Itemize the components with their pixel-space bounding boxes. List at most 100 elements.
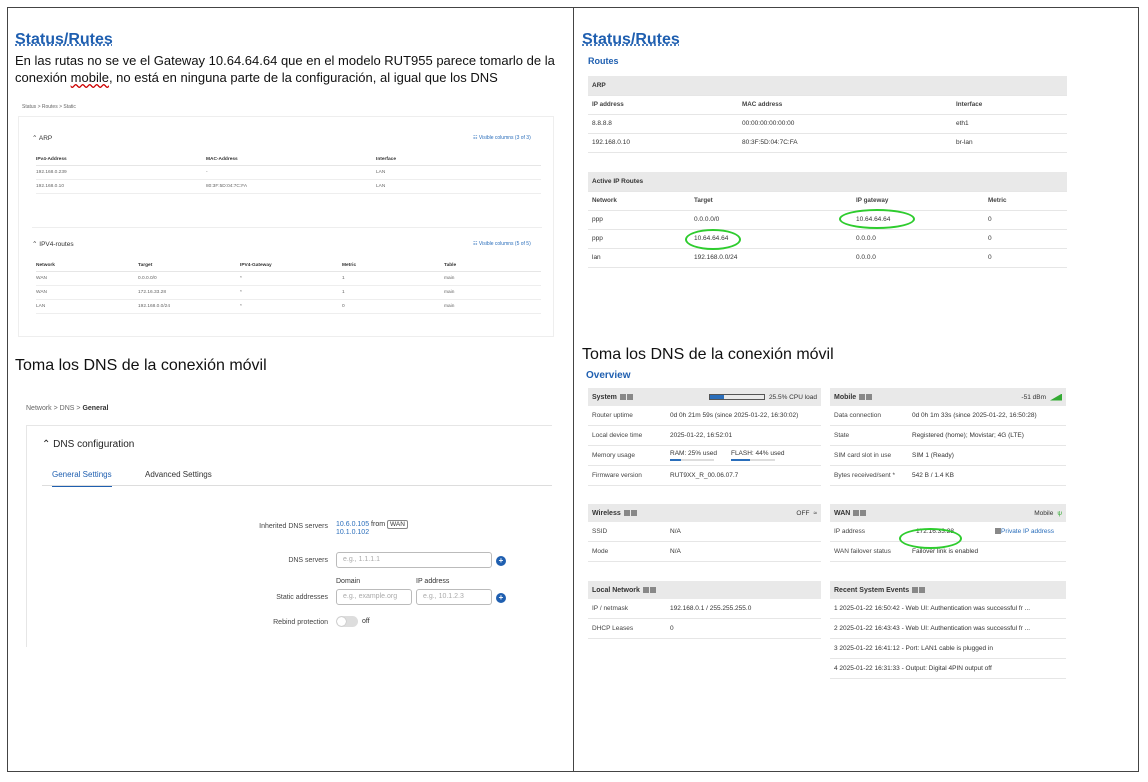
- panel-header: WAN Mobile ψ: [830, 504, 1066, 522]
- tab-advanced-settings[interactable]: Advanced Settings: [145, 470, 212, 479]
- info-icon: [853, 509, 860, 516]
- events-panel: Recent System Events 1 2025-01-22 16:50:…: [830, 581, 1066, 679]
- add-static-icon[interactable]: +: [496, 593, 506, 603]
- rebind-state: off: [362, 618, 370, 625]
- cpu-bar: [708, 394, 765, 400]
- table-header: ARP: [588, 76, 1067, 96]
- system-panel: System 25.5% CPU load Router uptime 0d 0h…: [588, 388, 821, 486]
- highlight-circle-wan-ip: [899, 528, 962, 549]
- inherited-dns-label: Inherited DNS servers: [259, 523, 328, 530]
- antenna-icon: ψ: [1057, 509, 1062, 517]
- table-row: lan 192.168.0.0/24 0.0.0.0 0: [588, 248, 1067, 268]
- ip-address-label: IP address: [416, 578, 450, 585]
- table-header: IP address MAC address Interface: [588, 95, 1067, 115]
- arp-header[interactable]: ⌃ ARP: [32, 134, 52, 142]
- settings-icon: [860, 509, 867, 516]
- list-item: 4 2025-01-22 16:31:33 - Output: Digital …: [830, 659, 1066, 679]
- local-network-panel: Local Network IP / netmask 192.168.0.1 / …: [588, 581, 821, 639]
- table-row: 192.168.0.10 80:3F:5D:04:7C:FA br-lan: [588, 133, 1067, 153]
- list-item: Data connection 0d 0h 1m 33s (since 2025-…: [830, 406, 1066, 426]
- inherited-dns-values: 10.6.0.105 from WAN 10.1.0.102: [336, 520, 408, 536]
- list-item: Firmware version RUT9XX_R_00.06.07.7: [588, 466, 821, 486]
- list-item: Memory usage RAM: 25% used FLASH: 44% used: [588, 446, 821, 466]
- list-item: Mode N/A: [588, 542, 821, 562]
- domain-label: Domain: [336, 578, 361, 585]
- table-header: Active IP Routes: [588, 172, 1067, 192]
- private-ip-link[interactable]: Private IP address: [994, 528, 1054, 535]
- tab-underline: [42, 485, 552, 486]
- table-header: Network Target IPV4-Gateway Metric Table: [36, 260, 541, 272]
- list-item: 3 2025-01-22 16:41:12 - Port: LAN1 cable…: [830, 639, 1066, 659]
- panel-header: Recent System Events: [830, 581, 1066, 599]
- left-title: Status/Rutes: [15, 31, 113, 48]
- chevron-up-icon: ⌃: [42, 439, 51, 450]
- visible-columns-arp[interactable]: ☷ Visible columns (3 of 3): [473, 135, 531, 141]
- table-row: 8.8.8.8 00:00:00:00:00:00 eth1: [588, 114, 1067, 134]
- wifi-icon: ≈: [813, 509, 817, 517]
- table-row: 192.168.0.239- LAN: [36, 165, 541, 180]
- table-row: ppp 0.0.0.0/0 10.64.64.64 0: [588, 210, 1067, 230]
- rebind-label: Rebind protection: [273, 619, 328, 626]
- list-item: SIM card slot in use SIM 1 (Ready): [830, 446, 1066, 466]
- info-icon: [859, 393, 866, 400]
- list-item: Local device time 2025-01-22, 16:52:01: [588, 426, 821, 446]
- signal-icon: [1050, 393, 1062, 401]
- wireless-panel: Wireless OFF ≈ SSID N/A Mode N/A: [588, 504, 821, 562]
- panel-header: Local Network: [588, 581, 821, 599]
- card-border: [26, 425, 27, 647]
- left-paragraph: En las rutas no se ve el Gateway 10.64.6…: [15, 53, 555, 85]
- info-icon: [619, 393, 626, 400]
- rebind-toggle[interactable]: [336, 616, 358, 627]
- panel-header: System 25.5% CPU load: [588, 388, 821, 406]
- settings-icon: [919, 586, 926, 593]
- info-icon: [912, 586, 919, 593]
- overview-title: Overview: [586, 370, 631, 381]
- panel-header: Mobile -51 dBm: [830, 388, 1066, 406]
- card-border: [26, 425, 552, 426]
- list-item: SSID N/A: [588, 522, 821, 542]
- panel-header: Wireless OFF ≈: [588, 504, 821, 522]
- dns-servers-label: DNS servers: [288, 557, 328, 564]
- add-dns-icon[interactable]: +: [496, 556, 506, 566]
- settings-icon: [626, 393, 633, 400]
- breadcrumb: Network > DNS > General: [26, 405, 109, 412]
- table-row: 192.168.0.10 80:3F:5D:04:7C:FA LAN: [36, 179, 541, 194]
- active-routes-table: Active IP Routes Network Target IP gateway…: [588, 172, 1067, 268]
- dns-servers-input[interactable]: e.g., 1.1.1.1: [336, 552, 492, 568]
- table-header: IPv4-Address MAC-Address Interface: [36, 154, 541, 166]
- settings-icon: [866, 393, 873, 400]
- left-column: Status/Rutes En las rutas no se ve el Ga…: [8, 7, 573, 772]
- visible-columns-ipv4[interactable]: ☷ Visible columns (5 of 5): [473, 241, 531, 247]
- right-column: Status/Rutes Routes ARP IP address MAC ad…: [574, 7, 1138, 772]
- list-item: IP / netmask 192.168.0.1 / 255.255.255.0: [588, 599, 821, 619]
- info-icon: [642, 586, 649, 593]
- list-item: 1 2025-01-22 16:50:42 - Web UI: Authenti…: [830, 599, 1066, 619]
- static-ip-input[interactable]: e.g., 10.1.2.3: [416, 589, 492, 605]
- info-icon: [623, 509, 630, 516]
- settings-icon: [649, 586, 656, 593]
- domain-input[interactable]: e.g., example.org: [336, 589, 412, 605]
- arp-table: IPv4-Address MAC-Address Interface 192.168…: [36, 154, 541, 194]
- ipv4-header[interactable]: ⌃ IPV4-routes: [32, 240, 74, 248]
- table-row: ppp 10.64.64.64 0.0.0.0 0: [588, 229, 1067, 249]
- table-row: WAN 0.0.0.0/0 * 1 main: [36, 271, 541, 286]
- table-row: WAN 172.16.33.28 * 1 main: [36, 285, 541, 300]
- list-item: State Registered (home); Movistar; 4G (LT…: [830, 426, 1066, 446]
- list-item: DHCP Leases 0: [588, 619, 821, 639]
- breadcrumb: Status > Routes > Static: [22, 104, 76, 110]
- dns-screenshot: Network > DNS > General ⌃ DNS configurat…: [18, 397, 554, 657]
- ipv4-table: Network Target IPV4-Gateway Metric Table WAN…: [36, 260, 541, 314]
- mobile-panel: Mobile -51 dBm Data connection 0d 0h 1m 3…: [830, 388, 1066, 486]
- arp-table: ARP IP address MAC address Interface 8.8.8…: [588, 76, 1067, 153]
- highlight-circle-gateway: [839, 209, 915, 229]
- section-divider: [32, 227, 542, 228]
- settings-icon: [630, 509, 637, 516]
- list-item: Bytes received/sent * 542 B / 1.4 KB: [830, 466, 1066, 486]
- routes-screenshot: Status > Routes > Static ⌃ ARP ☷ Visible…: [18, 102, 554, 337]
- routes-title: Routes: [588, 56, 619, 66]
- static-addresses-label: Static addresses: [276, 594, 328, 601]
- left-dns-caption: Toma los DNS de la conexión móvil: [15, 357, 267, 374]
- list-item: Router uptime 0d 0h 21m 59s (since 2025-0…: [588, 406, 821, 426]
- table-row: LAN 192.168.0.0/24 * 0 main: [36, 299, 541, 314]
- dns-config-header[interactable]: ⌃ DNS configuration: [42, 439, 134, 450]
